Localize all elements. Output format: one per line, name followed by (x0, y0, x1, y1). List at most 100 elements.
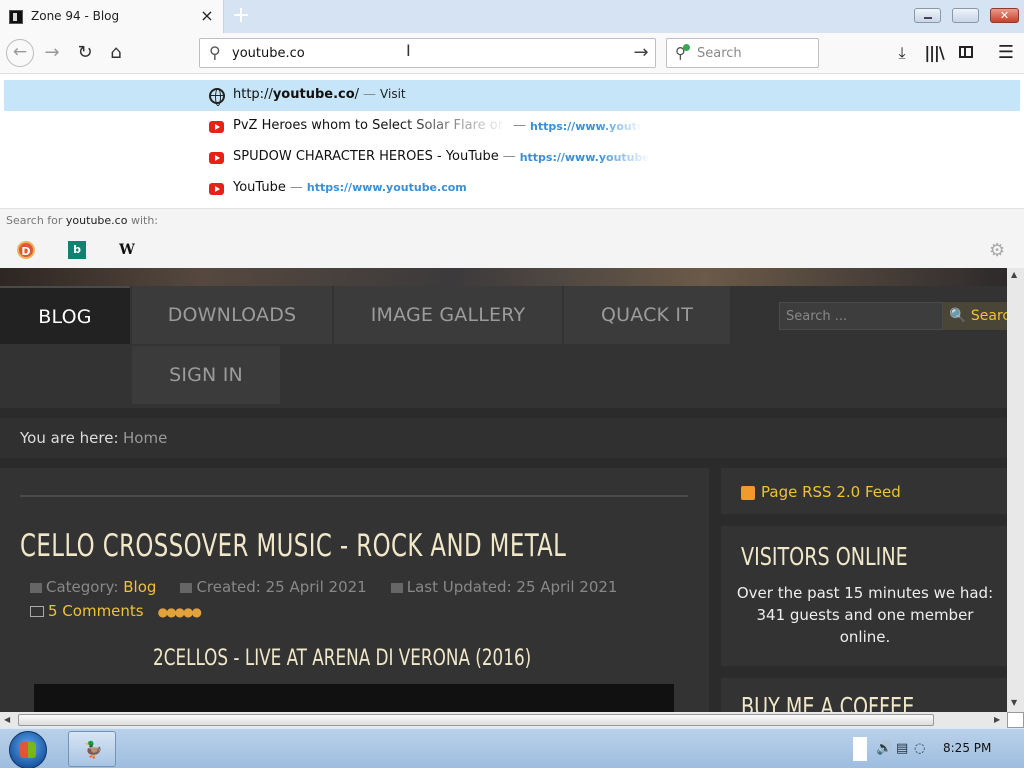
search-engine-icon: ⚲ (675, 44, 690, 62)
scroll-right-icon[interactable]: ▶ (994, 715, 1000, 724)
visitors-text: Over the past 15 minutes we had: 341 gue… (736, 584, 994, 646)
back-button[interactable]: ← (6, 39, 34, 67)
downloads-button[interactable]: ⤓ (890, 41, 914, 65)
separator: — (513, 118, 526, 133)
separator: — (502, 149, 516, 164)
start-button[interactable] (9, 731, 47, 768)
one-off-search-panel: Search for youtube.co with: D b W ⚙ (0, 208, 1024, 268)
rss-icon (741, 486, 755, 500)
scrollbar-corner (1007, 712, 1024, 728)
suggestion-url: https://www.youtube.com (519, 151, 650, 164)
rss-module: Page RSS 2.0 Feed (721, 468, 1007, 514)
hamburger-menu-button[interactable]: ☰ (994, 41, 1018, 65)
header-banner-image (0, 268, 1007, 286)
go-arrow-button[interactable]: → (630, 41, 652, 65)
menu-item-blog[interactable]: BLOG (0, 286, 130, 344)
reload-button[interactable]: ↻ (71, 39, 99, 67)
visitors-heading: VISITORS ONLINE (741, 542, 908, 571)
search-icon: ⚲ (209, 43, 221, 62)
sync-icon[interactable]: ◌ (914, 741, 925, 756)
search-input[interactable] (697, 44, 807, 62)
suggestion-item[interactable]: YouTube — https://www.youtube.com (4, 173, 1020, 204)
suggestion-item[interactable]: SPUDOW CHARACTER HEROES - YouTube — https:… (4, 142, 1020, 173)
navigation-toolbar: ← → ↻ ⌂ ⚲ I → ⚲ ⤓ |||\ ☰ (0, 33, 1024, 74)
suggestion-visit[interactable]: http://youtube.co/— Visit (4, 80, 1020, 111)
close-icon: ✕ (999, 9, 1010, 22)
scroll-down-icon[interactable]: ▼ (1011, 698, 1017, 707)
window-restore-button[interactable] (952, 8, 979, 23)
sidebar-toggle-button[interactable] (954, 41, 978, 65)
search-with-label: Search for youtube.co with: (6, 214, 158, 227)
article-title[interactable]: CELLO CROSSOVER MUSIC - ROCK AND METAL (20, 528, 566, 564)
window-close-button[interactable]: ✕ (990, 8, 1019, 23)
embedded-video[interactable] (34, 684, 674, 712)
visit-url-prefix: http:// (233, 87, 273, 102)
suggestion-title: SPUDOW CHARACTER HEROES - YouTube (233, 149, 499, 164)
scroll-left-icon[interactable]: ◀ (4, 715, 10, 724)
rating-stars[interactable]: ●●●●● (158, 605, 202, 619)
new-tab-button[interactable]: + (229, 3, 253, 29)
search-for-term: youtube.co (65, 214, 128, 227)
search-for-suffix: with: (127, 214, 158, 227)
restore-icon (953, 9, 978, 22)
site-search-input[interactable] (780, 303, 930, 329)
site-main-menu: BLOG DOWNLOADS IMAGE GALLERY QUACK IT SI… (0, 286, 1007, 408)
horizontal-scrollbar[interactable]: ◀ ▶ (0, 712, 1007, 728)
window-minimize-button[interactable] (914, 8, 941, 23)
menu-item-sign-in[interactable]: SIGN IN (132, 346, 280, 404)
minimize-icon (915, 9, 940, 22)
home-button[interactable]: ⌂ (102, 39, 130, 67)
library-button[interactable]: |||\ (922, 41, 946, 65)
comments-link[interactable]: 5 Comments ●●●●● (30, 602, 202, 620)
url-bar[interactable]: ⚲ I → (199, 38, 656, 68)
article-meta: Category: Blog Created: 25 April 2021 Last… (30, 578, 617, 596)
wikipedia-icon[interactable]: W (118, 241, 136, 259)
rss-feed-link[interactable]: Page RSS 2.0 Feed (761, 483, 901, 501)
site-search-box[interactable] (779, 302, 943, 330)
duckduckgo-icon[interactable]: D (17, 241, 35, 259)
youtube-icon (209, 183, 224, 195)
youtube-icon (209, 121, 224, 133)
volume-icon[interactable]: 🔊 (876, 741, 892, 756)
url-input[interactable] (232, 43, 622, 63)
site-favicon-icon (9, 10, 23, 24)
suggestion-text: SPUDOW CHARACTER HEROES - YouTube — https:… (233, 149, 650, 164)
category-link[interactable]: Blog (123, 578, 156, 596)
sidebar-icon (959, 46, 973, 58)
menu-item-downloads[interactable]: DOWNLOADS (132, 286, 332, 344)
visit-url-suffix: / (354, 87, 360, 102)
site-search-button[interactable]: 🔍 Search (943, 302, 1007, 330)
coffee-module: BUY ME A COFFEE (721, 678, 1007, 712)
windows-taskbar: 🦆 🔊 ▤ ◌ 8:25 PM (0, 728, 1024, 768)
article-column: CELLO CROSSOVER MUSIC - ROCK AND METAL C… (0, 468, 709, 712)
tab-title: Zone 94 - Blog (31, 9, 120, 23)
category-label: Category: (46, 578, 119, 596)
bing-icon[interactable]: b (68, 241, 86, 259)
scroll-up-icon[interactable]: ▲ (1011, 270, 1017, 279)
taskbar-app-button[interactable]: 🦆 (68, 731, 116, 767)
network-icon[interactable]: ▤ (896, 741, 908, 756)
menu-item-image-gallery[interactable]: IMAGE GALLERY (334, 286, 562, 344)
visit-action-label: Visit (380, 87, 406, 101)
breadcrumb-home-link[interactable]: Home (123, 429, 167, 447)
globe-icon (209, 88, 225, 106)
updated-date: Last Updated: 25 April 2021 (406, 578, 618, 596)
tray-overflow[interactable] (853, 737, 867, 761)
gear-icon[interactable]: ⚙ (989, 240, 1005, 261)
text-cursor-icon: I (406, 41, 411, 60)
menu-item-quack-it[interactable]: QUACK IT (564, 286, 730, 344)
suggestion-item[interactable]: PvZ Heroes whom to Select Solar Flare or… (4, 111, 1020, 142)
vertical-scrollbar[interactable]: ▲ ▼ (1007, 268, 1024, 712)
browser-tab-active[interactable]: Zone 94 - Blog × (0, 0, 224, 33)
breadcrumb: You are here: Home (0, 418, 1007, 458)
suggestion-url: https://www.youtube.com (306, 181, 467, 194)
url-suggestions-dropdown: http://youtube.co/— Visit PvZ Heroes whom… (0, 74, 1024, 268)
tab-close-icon[interactable]: × (200, 6, 214, 26)
search-for-prefix: Search for (6, 214, 66, 227)
horizontal-scroll-thumb[interactable] (18, 714, 934, 726)
coffee-heading: BUY ME A COFFEE (741, 692, 915, 712)
system-clock[interactable]: 8:25 PM (943, 741, 991, 755)
forward-button[interactable]: → (38, 39, 66, 67)
search-bar[interactable]: ⚲ (666, 38, 819, 68)
app-duck-icon: 🦆 (83, 740, 103, 759)
